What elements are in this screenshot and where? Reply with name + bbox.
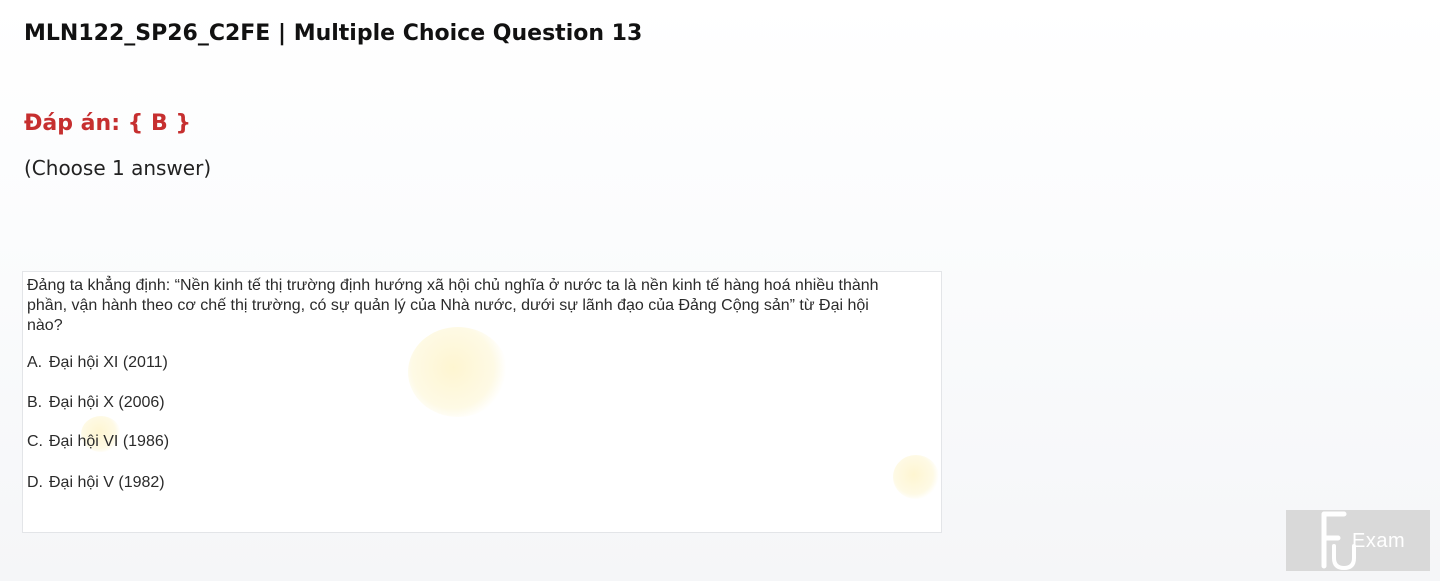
option-d: D. Đại hội V (1982) xyxy=(27,474,165,492)
option-letter: C. xyxy=(27,433,43,450)
answer-key: Đáp án: { B } xyxy=(24,111,192,136)
option-b: B. Đại hội X (2006) xyxy=(27,394,165,412)
option-letter: B. xyxy=(27,394,43,411)
option-text: Đại hội XI (2011) xyxy=(49,354,168,371)
option-letter: A. xyxy=(27,354,43,371)
option-a: A. Đại hội XI (2011) xyxy=(27,354,168,372)
smiley-watermark xyxy=(893,455,939,499)
option-text: Đại hội X (2006) xyxy=(49,394,165,411)
watermark-text: Exam xyxy=(1352,530,1406,552)
answer-instruction: (Choose 1 answer) xyxy=(24,156,212,180)
page-title: MLN122_SP26_C2FE | Multiple Choice Quest… xyxy=(24,21,643,46)
exam-watermark-logo: Exam xyxy=(1286,510,1430,571)
option-c: C. Đại hội VI (1986) xyxy=(27,433,169,451)
smiley-watermark xyxy=(408,327,508,417)
option-text: Đại hội VI (1986) xyxy=(49,433,170,450)
option-letter: D. xyxy=(27,474,43,491)
question-image: Đảng ta khẳng định: “Nền kinh tế thị trư… xyxy=(22,271,942,533)
option-text: Đại hội V (1982) xyxy=(49,474,165,491)
question-text: Đảng ta khẳng định: “Nền kinh tế thị trư… xyxy=(27,277,879,334)
